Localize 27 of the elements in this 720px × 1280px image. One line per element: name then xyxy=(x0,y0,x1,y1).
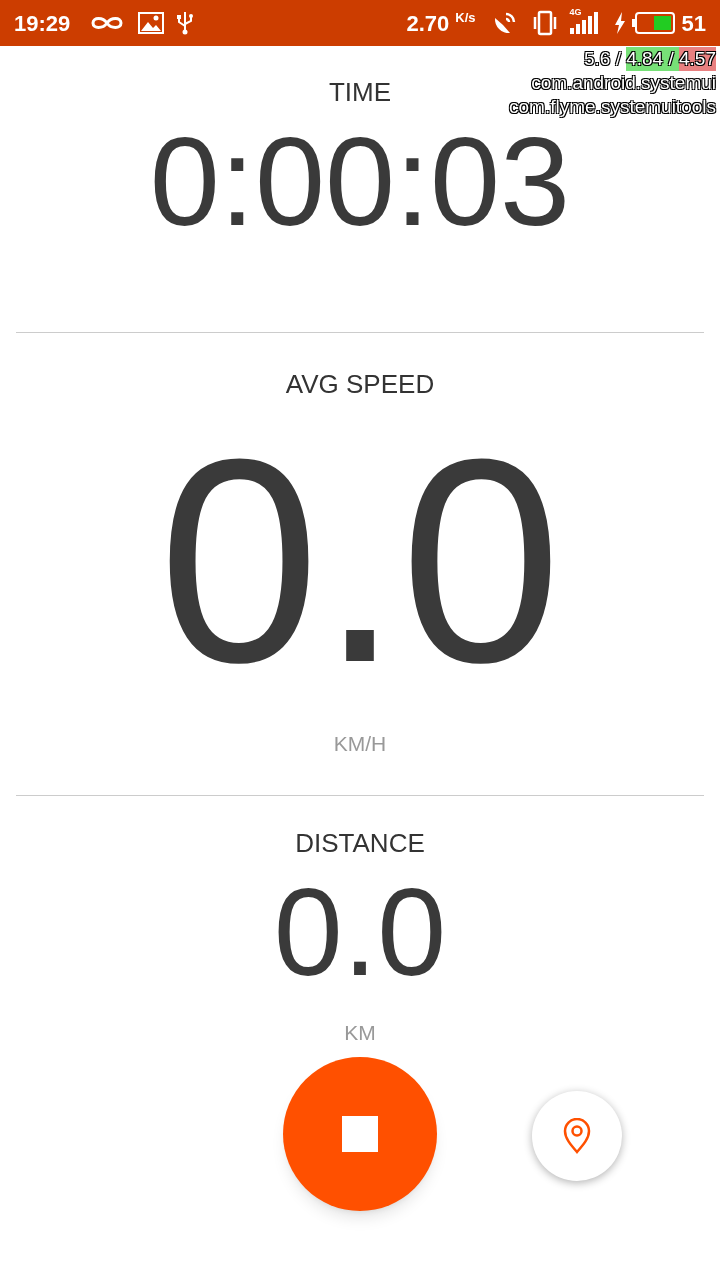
image-icon xyxy=(138,12,165,34)
infinity-icon xyxy=(90,14,125,32)
charging-icon xyxy=(613,12,626,34)
network-type: 4G xyxy=(569,8,582,17)
cpu-load-value: 4.57 xyxy=(679,47,716,71)
metric-label: TIME xyxy=(328,79,392,105)
location-button[interactable] xyxy=(532,1091,622,1181)
average-speed: 0.0 xyxy=(158,415,562,705)
battery-percentage: 51 xyxy=(681,9,706,38)
elapsed-time: 0:00:03 xyxy=(149,119,571,245)
distance-value: 0.0 xyxy=(273,870,447,994)
map-pin-icon xyxy=(562,1118,592,1154)
cpu-load-value: 5.6 / xyxy=(583,47,623,71)
metric-unit: KM/H xyxy=(333,732,387,755)
clock: 19:29 xyxy=(14,9,71,38)
speed-unit: K/s xyxy=(455,9,476,27)
battery-icon xyxy=(631,12,676,34)
process-name: com.flyme.systemuitools xyxy=(509,95,716,119)
metric-label: DISTANCE xyxy=(295,830,425,856)
metric-label: AVG SPEED xyxy=(285,371,435,397)
metric-unit: KM xyxy=(344,1021,376,1044)
process-name: com.android.systemui xyxy=(531,71,716,95)
network-speed: 2.70 xyxy=(406,9,450,38)
stop-icon xyxy=(342,1116,378,1152)
usb-icon xyxy=(176,11,195,35)
cpu-load-value: 4.84 / xyxy=(626,47,679,71)
vibrate-icon xyxy=(531,10,558,36)
